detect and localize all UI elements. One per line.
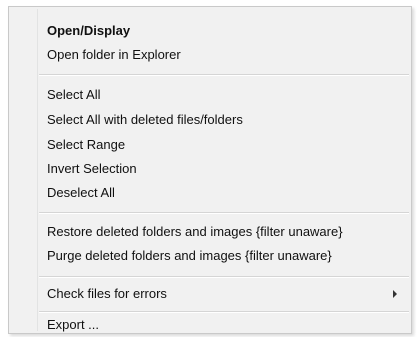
menu-item-invert-selection[interactable]: Invert Selection xyxy=(47,157,403,181)
menu-item-label: Select All with deleted files/folders xyxy=(47,112,243,127)
menu-item-check-files-for-errors[interactable]: Check files for errors xyxy=(47,282,403,306)
context-menu: Open/Display Open folder in Explorer Sel… xyxy=(8,6,412,334)
menu-item-select-all[interactable]: Select All xyxy=(47,83,403,107)
menu-item-deselect-all[interactable]: Deselect All xyxy=(47,181,403,205)
menu-item-open-display[interactable]: Open/Display xyxy=(47,19,403,43)
menu-item-open-folder-in-explorer[interactable]: Open folder in Explorer xyxy=(47,43,403,67)
menu-item-label: Open folder in Explorer xyxy=(47,47,181,62)
menu-item-purge-deleted[interactable]: Purge deleted folders and images {filter… xyxy=(47,244,403,268)
menu-item-label: Invert Selection xyxy=(47,161,137,176)
menu-item-label: Restore deleted folders and images {filt… xyxy=(47,224,343,239)
menu-item-select-all-with-deleted[interactable]: Select All with deleted files/folders xyxy=(47,108,403,132)
menu-item-label: Check files for errors xyxy=(47,286,167,301)
menu-item-label: Open/Display xyxy=(47,23,131,38)
menu-item-select-range[interactable]: Select Range xyxy=(47,133,403,157)
menu-item-label: Select All xyxy=(47,87,101,102)
menu-separator xyxy=(39,276,409,278)
menu-item-label: Select Range xyxy=(47,137,126,152)
chevron-right-icon xyxy=(393,290,397,298)
menu-separator xyxy=(39,212,409,214)
menu-item-label: Export ... xyxy=(47,317,100,332)
menu-item-label: Purge deleted folders and images {filter… xyxy=(47,248,332,263)
menu-item-label: Deselect All xyxy=(47,185,115,200)
menu-item-restore-deleted[interactable]: Restore deleted folders and images {filt… xyxy=(47,220,403,244)
menu-item-export[interactable]: Export ... xyxy=(47,313,403,337)
menu-separator xyxy=(39,74,409,76)
